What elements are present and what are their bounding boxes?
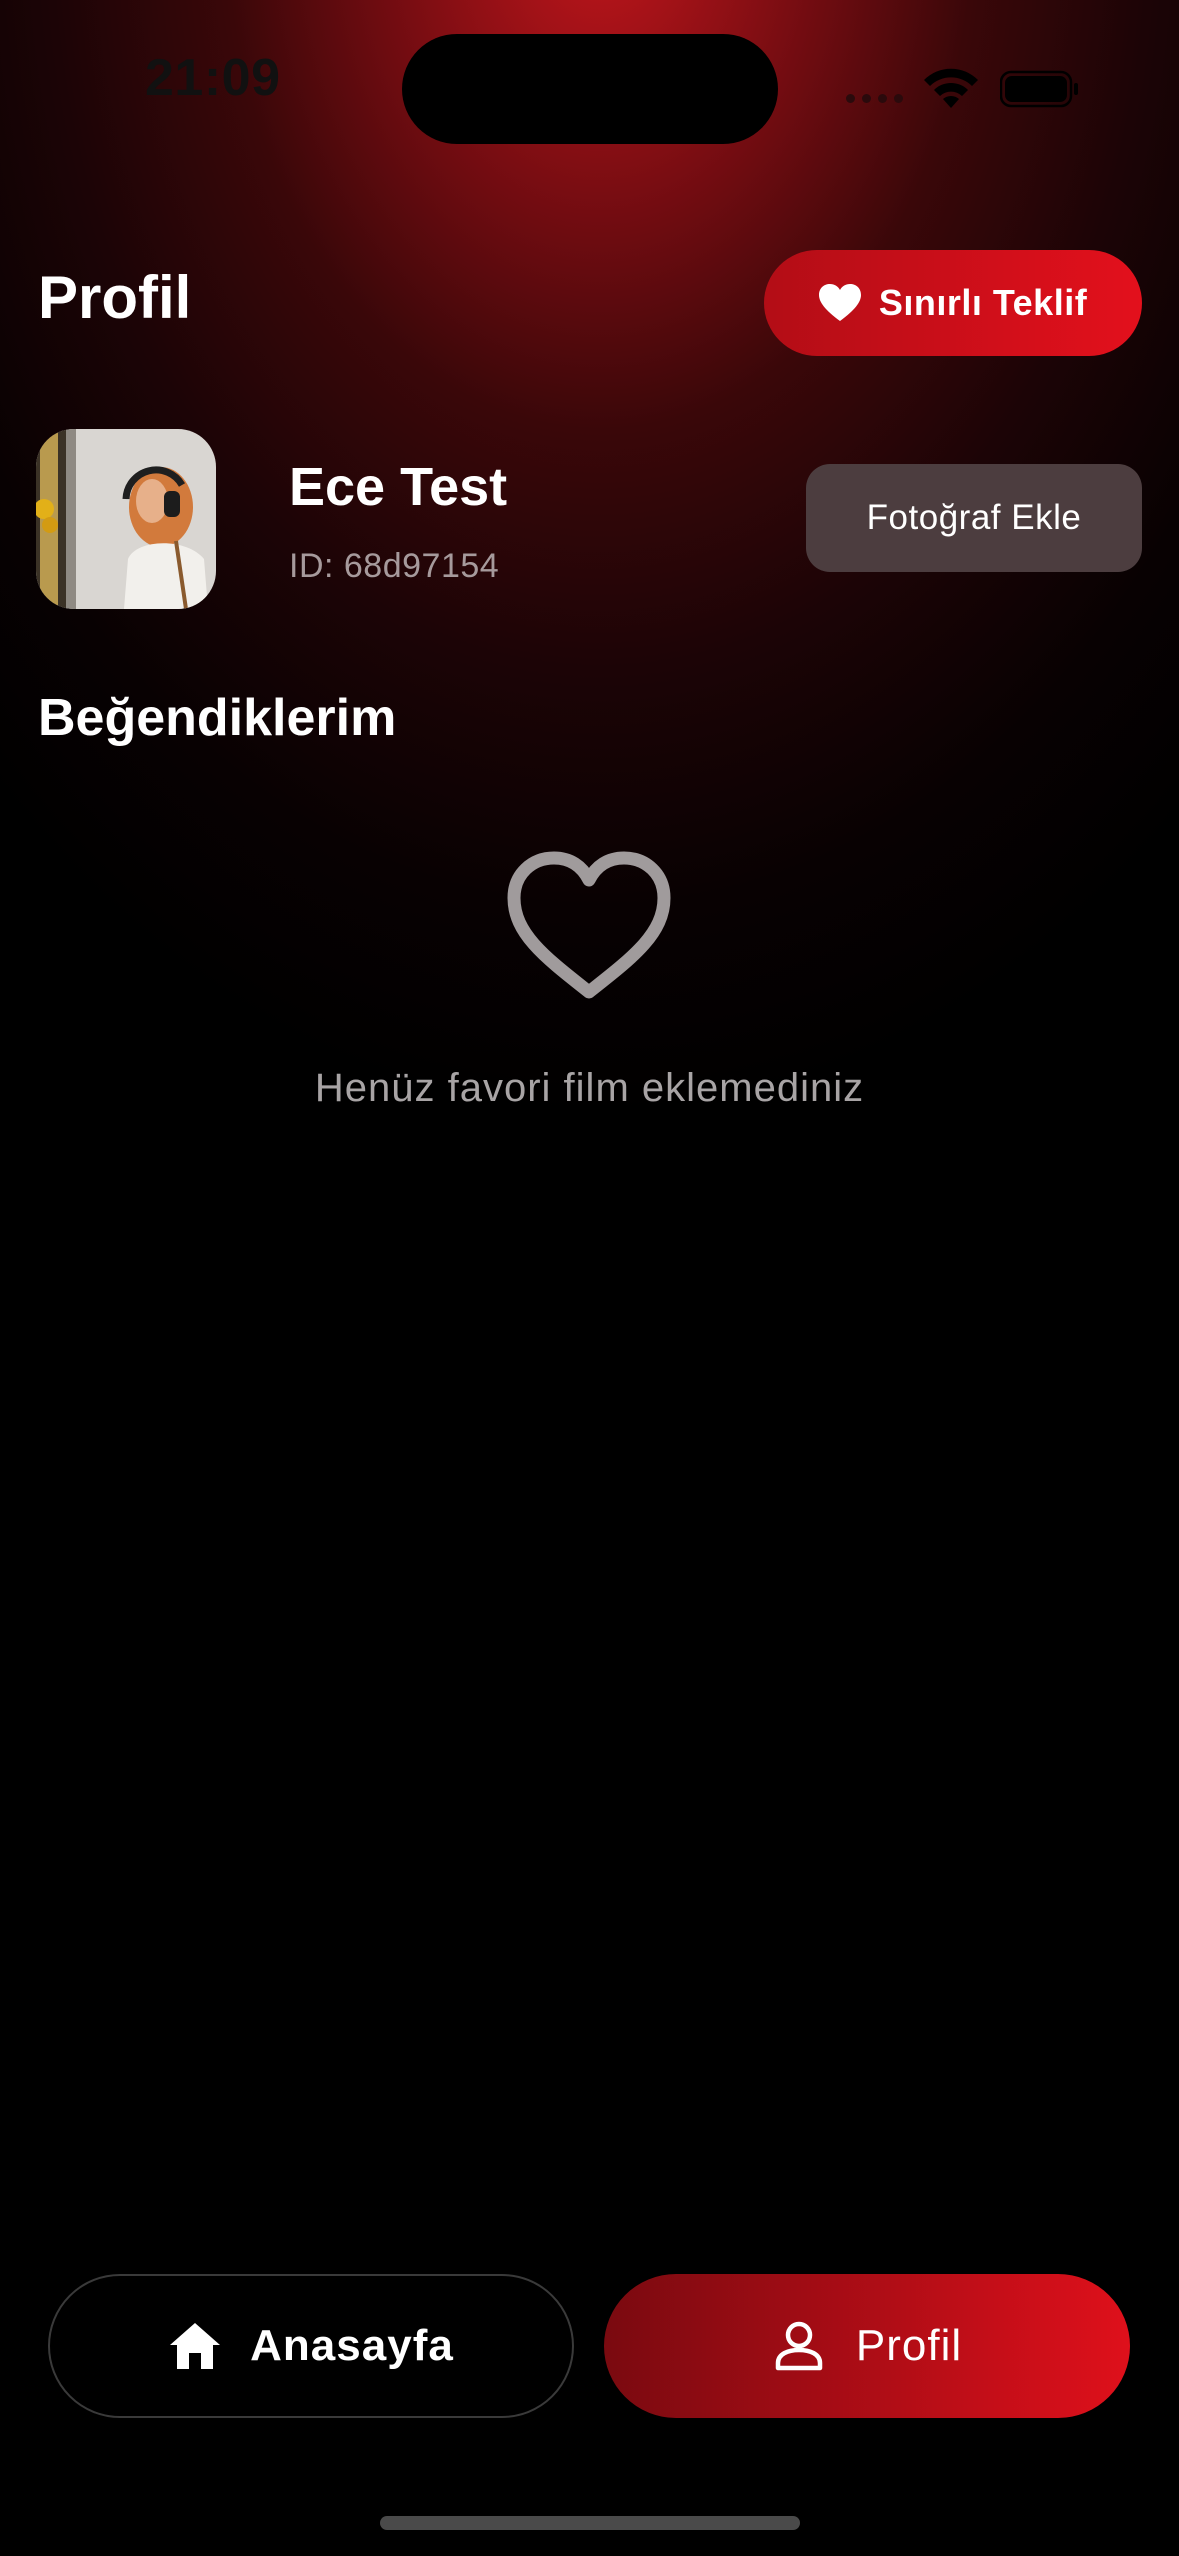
- user-id: ID: 68d97154: [289, 547, 500, 585]
- nav-home-button[interactable]: Anasayfa: [48, 2274, 574, 2418]
- limited-offer-label: Sınırlı Teklif: [878, 282, 1088, 323]
- empty-favorites-message: Henüz favori film eklemediniz: [314, 1066, 865, 1110]
- user-name: Ece Test: [289, 457, 508, 517]
- cellular-signal-icon: [846, 94, 903, 103]
- status-time: 21:09: [145, 49, 281, 107]
- limited-offer-button[interactable]: Sınırlı Teklif: [764, 250, 1142, 356]
- wifi-icon: [924, 68, 978, 108]
- battery-icon: [1000, 70, 1078, 108]
- nav-profile-button[interactable]: Profil: [604, 2274, 1130, 2418]
- heart-icon: [818, 284, 861, 321]
- nav-profile-label: Profil: [855, 2321, 963, 2370]
- nav-home-label: Anasayfa: [250, 2321, 454, 2370]
- user-icon: [775, 2321, 823, 2371]
- home-icon: [170, 2323, 221, 2369]
- avatar[interactable]: [36, 429, 216, 609]
- dynamic-island: [402, 34, 778, 144]
- favorites-title: Beğendiklerim: [38, 689, 397, 747]
- add-photo-button[interactable]: Fotoğraf Ekle: [806, 464, 1142, 572]
- heart-outline-icon: [507, 851, 671, 999]
- home-indicator[interactable]: [380, 2516, 800, 2530]
- profile-screen: 21:09 Profil Sınırlı Teklif Ece Test ID:…: [0, 0, 1179, 2556]
- page-title: Profil: [38, 264, 192, 331]
